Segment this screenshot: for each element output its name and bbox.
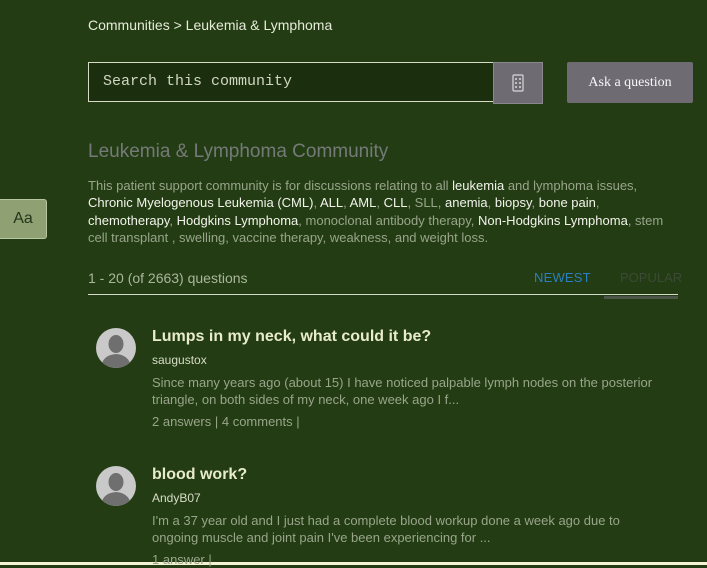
question-meta[interactable]: 2 answers | 4 comments | (152, 413, 682, 430)
search-bar (88, 62, 543, 104)
question-snippet: I'm a 37 year old and I just had a compl… (152, 513, 620, 545)
user-silhouette-icon (101, 335, 131, 368)
topic-link[interactable]: Hodgkins Lymphoma (177, 213, 299, 228)
question-count: 1 - 20 (of 2663) questions (88, 270, 248, 286)
topic-link[interactable]: CLL (384, 195, 408, 210)
avatar[interactable] (96, 466, 136, 506)
divider (88, 294, 678, 295)
question-snippet: Since many years ago (about 15) I have n… (152, 375, 653, 407)
search-icon (512, 74, 524, 92)
description-text: , SLL, (407, 195, 446, 211)
description-text: and lymphoma issues, (504, 178, 638, 193)
font-size-button[interactable]: Aa (0, 199, 47, 239)
question-author[interactable]: saugustox (152, 353, 682, 367)
topic-link[interactable]: ALL (320, 195, 343, 210)
community-title: Leukemia & Lymphoma Community (88, 141, 389, 162)
description-text: , monoclonal antibody therapy, (298, 212, 478, 228)
ask-question-button[interactable]: Ask a question (567, 62, 693, 103)
topic-link[interactable]: AML (350, 195, 377, 210)
topic-link[interactable]: biopsy (495, 195, 532, 210)
topic-link[interactable]: leukemia (452, 178, 504, 193)
user-silhouette-icon (101, 473, 131, 506)
topic-link[interactable]: chemotherapy (88, 213, 169, 228)
question-author[interactable]: AndyB07 (152, 491, 682, 505)
breadcrumb-separator: > (173, 17, 182, 33)
community-description: This patient support community is for di… (88, 177, 678, 246)
search-button[interactable] (493, 62, 543, 104)
question-title[interactable]: Lumps in my neck, what could it be? (152, 328, 682, 346)
question-title[interactable]: blood work? (152, 466, 682, 484)
topic-link[interactable]: anemia (445, 195, 488, 210)
breadcrumb: Communities > Leukemia & Lymphoma (88, 17, 332, 33)
topic-link[interactable]: Chronic Myelogenous Leukemia (CML) (88, 195, 313, 210)
topic-link[interactable]: bone pain (539, 195, 596, 210)
search-input[interactable] (88, 62, 493, 102)
description-text: This patient support community is for di… (88, 178, 453, 193)
description-text: , (376, 195, 384, 211)
description-text: , (595, 195, 600, 211)
description-text: , (487, 195, 495, 211)
breadcrumb-root[interactable]: Communities (88, 17, 170, 33)
avatar[interactable] (96, 328, 136, 368)
description-text: , (531, 195, 539, 211)
topic-link[interactable]: Non-Hodgkins Lymphoma (478, 213, 628, 228)
tab-newest[interactable]: NEWEST (534, 270, 591, 285)
breadcrumb-current[interactable]: Leukemia & Lymphoma (186, 17, 333, 33)
description-text: , (169, 212, 177, 228)
question-meta[interactable]: 1 answer | (152, 551, 682, 568)
tab-popular-label: POPULAR (620, 270, 683, 285)
